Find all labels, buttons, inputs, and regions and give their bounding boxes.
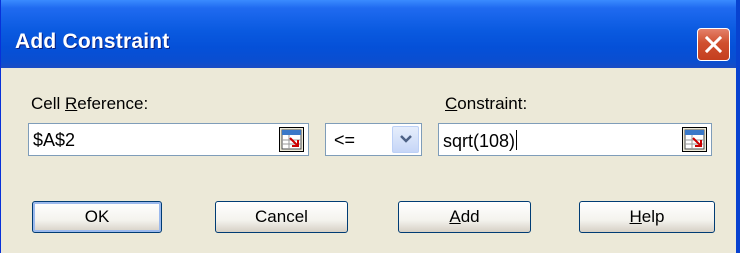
- close-icon: [705, 36, 722, 53]
- close-button[interactable]: [697, 28, 730, 61]
- operator-selected-value: <=: [334, 130, 356, 150]
- operator-dropdown-button[interactable]: [392, 126, 419, 153]
- help-button[interactable]: Help: [579, 201, 715, 233]
- constraint-label: Constraint:: [445, 94, 528, 113]
- operator-select[interactable]: <=: [325, 123, 422, 156]
- dialog-title: Add Constraint: [15, 30, 170, 53]
- add-constraint-dialog: Add Constraint Cell Reference: $A$2 <= C…: [0, 0, 740, 253]
- constraint-field[interactable]: sqrt(108): [438, 123, 712, 156]
- cancel-button[interactable]: Cancel: [215, 201, 348, 233]
- range-select-icon: [684, 129, 705, 150]
- cell-reference-label: Cell Reference:: [31, 94, 149, 113]
- ok-button[interactable]: OK: [32, 201, 162, 233]
- constraint-value[interactable]: sqrt(108): [443, 130, 518, 152]
- title-bar[interactable]: Add Constraint: [1, 0, 736, 68]
- cell-reference-field[interactable]: $A$2: [28, 123, 309, 156]
- add-button[interactable]: Add: [398, 201, 531, 233]
- constraint-collapse-button[interactable]: [682, 127, 707, 152]
- text-caret: [516, 130, 518, 150]
- cell-reference-collapse-button[interactable]: [279, 127, 304, 152]
- chevron-down-icon: [400, 135, 412, 143]
- range-select-icon: [281, 129, 302, 150]
- cell-reference-value[interactable]: $A$2: [33, 130, 75, 151]
